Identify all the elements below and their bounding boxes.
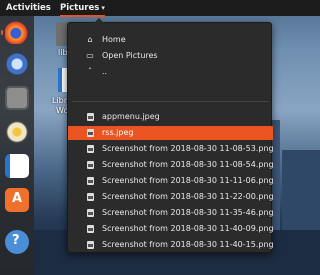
running-indicator	[1, 30, 3, 35]
image-file-icon	[87, 145, 94, 153]
file-item[interactable]: Screenshot from 2018-08-30 11-40-15.png	[68, 238, 274, 252]
file-item[interactable]: Screenshot from 2018-08-30 11-11-06.png	[68, 174, 274, 188]
software-center-icon[interactable]: A	[5, 188, 29, 212]
chevron-up-icon: ˆ	[88, 67, 92, 76]
file-item-selected[interactable]: rss.jpeg	[68, 126, 273, 140]
file-item[interactable]: Screenshot from 2018-08-30 11-22-00.png	[68, 190, 274, 204]
app-menu-label: Pictures	[60, 3, 100, 13]
file-item[interactable]: Screenshot from 2018-08-30 11-35-46.png	[68, 206, 274, 220]
chevron-down-icon: ▾	[101, 4, 105, 12]
file-item[interactable]: Screenshot from 2018-08-30 11-08-53.png	[68, 142, 274, 156]
image-file-icon	[87, 193, 94, 201]
menu-item-label: Open Pictures	[102, 51, 158, 60]
menu-pointer	[94, 18, 104, 23]
folder-icon: ▭	[86, 51, 94, 60]
dock: A ?	[0, 16, 34, 275]
image-file-icon	[87, 209, 94, 217]
menu-item-parent-folder[interactable]: ˆ ..	[68, 65, 273, 79]
file-name: Screenshot from 2018-08-30 11-08-54.png	[102, 160, 274, 169]
image-file-icon	[87, 113, 94, 121]
menu-item-home[interactable]: ⌂ Home	[68, 33, 273, 47]
files-icon[interactable]	[5, 86, 29, 110]
menu-separator	[72, 101, 269, 102]
image-file-icon	[87, 161, 94, 169]
firefox-icon[interactable]	[5, 20, 29, 44]
file-name: Screenshot from 2018-08-30 11-22-00.png	[102, 192, 274, 201]
file-name: appmenu.jpeg	[102, 112, 160, 121]
file-name: Screenshot from 2018-08-30 11-40-15.png	[102, 240, 274, 249]
image-file-icon	[87, 177, 94, 185]
app-menu-button[interactable]: Pictures ▾	[60, 2, 105, 17]
software-glyph: A	[12, 191, 23, 206]
image-file-icon	[87, 241, 94, 249]
help-icon[interactable]: ?	[5, 230, 29, 254]
file-item[interactable]: Screenshot from 2018-08-30 11-40-09.png	[68, 222, 274, 236]
menu-item-label: Home	[102, 35, 126, 44]
rhythmbox-icon[interactable]	[5, 120, 29, 144]
libreoffice-writer-icon[interactable]	[5, 154, 29, 178]
menu-item-open-pictures[interactable]: ▭ Open Pictures	[68, 49, 273, 63]
file-item[interactable]: Screenshot from 2018-08-30 11-08-54.png	[68, 158, 274, 172]
image-file-icon	[87, 129, 94, 137]
file-name: Screenshot from 2018-08-30 11-08-53.png	[102, 144, 274, 153]
thunderbird-icon[interactable]	[5, 52, 29, 76]
menu-item-label: ..	[102, 67, 108, 76]
help-glyph: ?	[12, 233, 20, 248]
pictures-menu: ⌂ Home ▭ Open Pictures ˆ .. appmenu.jpeg…	[67, 18, 274, 253]
top-panel: Activities Pictures ▾	[0, 0, 320, 17]
file-name: Screenshot from 2018-08-30 11-35-46.png	[102, 208, 274, 217]
file-item[interactable]: appmenu.jpeg	[68, 110, 273, 124]
file-name: Screenshot from 2018-08-30 11-40-09.png	[102, 224, 274, 233]
file-name: rss.jpeg	[102, 128, 134, 137]
image-file-icon	[87, 225, 94, 233]
file-name: Screenshot from 2018-08-30 11-11-06.png	[102, 176, 274, 185]
activities-button[interactable]: Activities	[6, 3, 51, 13]
home-icon: ⌂	[87, 35, 93, 44]
